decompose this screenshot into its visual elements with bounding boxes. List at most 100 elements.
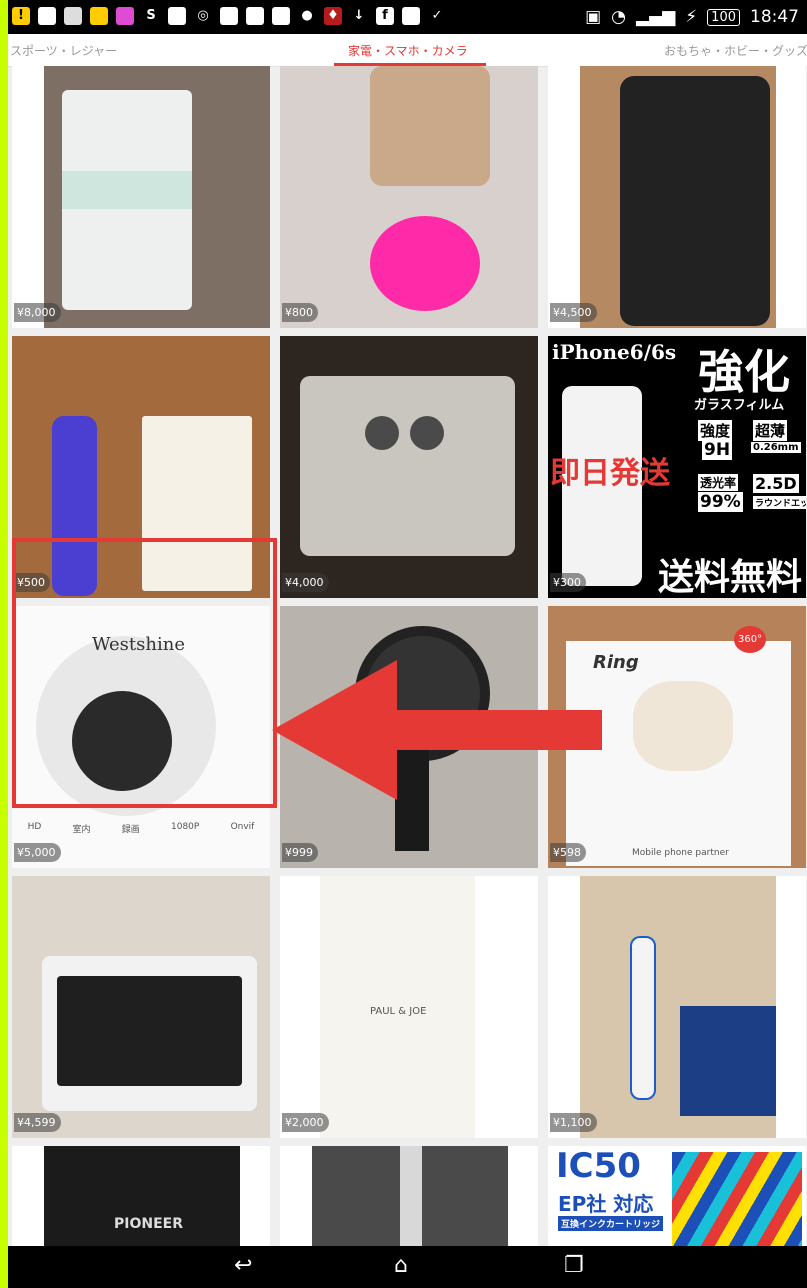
- facebook-icon: f: [376, 7, 394, 25]
- charging-icon: ⚡: [685, 7, 698, 27]
- feature-label: Onvif: [230, 822, 255, 832]
- nfc-icon: ▣: [585, 7, 602, 27]
- price-badge: ¥5,000: [14, 843, 61, 862]
- tab-toys-hobby[interactable]: おもちゃ・ホビー・グッズ: [664, 42, 807, 59]
- recent-apps-icon[interactable]: ❐: [564, 1255, 584, 1277]
- signal-icon: ▂▄▆: [636, 7, 676, 27]
- battery-level: 100: [707, 8, 740, 26]
- ad-edge-label: ラウンドエッジ: [753, 496, 806, 509]
- app-icon: [168, 7, 186, 25]
- ad-hardness-value: 9H: [702, 440, 733, 460]
- tab-electronics[interactable]: 家電・スマホ・カメラ: [348, 42, 468, 59]
- price-badge: ¥999: [282, 843, 318, 862]
- glass-bottle: [400, 1146, 422, 1246]
- fur-charm: [370, 216, 480, 311]
- product-image: IC50 EP社 対応 互換インクカートリッジ: [548, 1146, 806, 1246]
- price-badge: ¥2,000: [282, 1113, 329, 1132]
- pen-tablet-pad: [57, 976, 242, 1086]
- product-image: PAUL & JOE: [280, 876, 538, 1138]
- ad-headline: 強化: [698, 345, 790, 399]
- sms-icon: [64, 7, 82, 25]
- soccer-icon: ●: [298, 7, 316, 25]
- wifi-icon: ◔: [611, 7, 626, 27]
- price-badge: ¥800: [282, 303, 318, 322]
- product-card[interactable]: [280, 1146, 538, 1246]
- price-badge: ¥8,000: [14, 303, 61, 322]
- product-card[interactable]: PIONEER: [12, 1146, 270, 1246]
- ad-transmittance-value: 99%: [698, 492, 743, 512]
- product-card[interactable]: iPhone6/6s 強化 ガラスフィルム 強度 9H 超薄 0.26mm 透光…: [548, 336, 806, 598]
- booster-device: [300, 376, 515, 556]
- product-image: iPhone6/6s 強化 ガラスフィルム 強度 9H 超薄 0.26mm 透光…: [548, 336, 806, 598]
- product-image: PIONEER: [44, 1146, 240, 1246]
- ink-model: IC50: [556, 1146, 641, 1186]
- camera-features: HD 室内 録画 1080P Onvif: [12, 822, 270, 835]
- category-tabs: スポーツ・レジャー 家電・スマホ・カメラ おもちゃ・ホビー・グッズ: [8, 34, 807, 67]
- highlight-frame: [12, 538, 277, 808]
- annotation-arrow: [272, 660, 602, 800]
- product-card[interactable]: ¥800: [280, 66, 538, 328]
- case-brand: PAUL & JOE: [370, 1006, 427, 1017]
- app-frame: ! S ◎ ● ♦ ↓ f ✓ ▣ ◔ ▂▄▆ ⚡ 100 18:47 スポーツ…: [8, 0, 807, 1288]
- calendar-icon: [402, 7, 420, 25]
- pioneer-logo: PIONEER: [114, 1216, 183, 1232]
- back-icon[interactable]: ↩: [234, 1255, 252, 1277]
- ring-badge: 360°: [734, 626, 767, 653]
- app-icon: [220, 7, 238, 25]
- knob: [365, 416, 399, 450]
- notification-icons: ! S ◎ ● ♦ ↓ f ✓: [12, 7, 446, 25]
- ink-maker: EP社 対応: [558, 1192, 654, 1216]
- ring-caption: Mobile phone partner: [632, 848, 729, 858]
- washer-panel: [62, 171, 192, 209]
- knob: [410, 416, 444, 450]
- product-card[interactable]: ¥8,000: [12, 66, 270, 328]
- replacement-heads: [680, 1006, 776, 1116]
- phone-case: [620, 76, 770, 326]
- shield-icon: ♦: [324, 7, 342, 25]
- ad-subheadline: ガラスフィルム: [694, 398, 785, 413]
- image-icon: [272, 7, 290, 25]
- tab-sports-leisure[interactable]: スポーツ・レジャー: [10, 42, 117, 59]
- ad-transmittance-label: 透光率: [698, 474, 739, 491]
- warning-icon: !: [12, 7, 30, 25]
- product-card[interactable]: ¥4,500: [548, 66, 806, 328]
- ad-hardness-label: 強度: [698, 420, 733, 441]
- product-card[interactable]: ¥1,100: [548, 876, 806, 1138]
- app-icon: [38, 7, 56, 25]
- mirror-case: [370, 66, 490, 186]
- product-card[interactable]: ¥4,000: [280, 336, 538, 598]
- s-icon: S: [142, 7, 160, 25]
- product-image: [12, 876, 270, 1138]
- app-icon: [246, 7, 264, 25]
- feature-label: 録画: [121, 825, 140, 835]
- clock: 18:47: [750, 7, 799, 27]
- price-badge: ¥1,100: [550, 1113, 597, 1132]
- product-image: [580, 876, 776, 1138]
- product-card[interactable]: PAUL & JOE ¥2,000: [280, 876, 538, 1138]
- product-image: [44, 66, 270, 328]
- feature-label: 1080P: [171, 822, 200, 832]
- ad-model: iPhone6/6s: [552, 340, 677, 364]
- ad-thin-value: 0.26mm: [751, 442, 801, 453]
- globe-icon: ◎: [194, 7, 212, 25]
- home-icon[interactable]: ⌂: [394, 1255, 408, 1277]
- feature-label: HD: [27, 822, 42, 832]
- price-badge: ¥4,599: [14, 1113, 61, 1132]
- product-card[interactable]: ¥4,599: [12, 876, 270, 1138]
- system-navigation-bar: ↩ ⌂ ❐: [8, 1246, 807, 1288]
- price-badge: ¥4,000: [282, 573, 329, 592]
- app-icon: [90, 7, 108, 25]
- ad-thin-label: 超薄: [753, 420, 788, 441]
- product-image: [280, 66, 538, 328]
- ad-free-shipping: 送料無料: [658, 557, 803, 598]
- ink-cartridges: [672, 1152, 802, 1246]
- check-icon: ✓: [428, 7, 446, 25]
- app-icon: [116, 7, 134, 25]
- product-card[interactable]: IC50 EP社 対応 互換インクカートリッジ: [548, 1146, 806, 1246]
- product-image: [312, 1146, 508, 1246]
- product-image: [580, 66, 776, 328]
- download-icon: ↓: [350, 7, 368, 25]
- price-badge: ¥598: [550, 843, 586, 862]
- feature-label: 室内: [72, 825, 91, 835]
- price-badge: ¥300: [550, 573, 586, 592]
